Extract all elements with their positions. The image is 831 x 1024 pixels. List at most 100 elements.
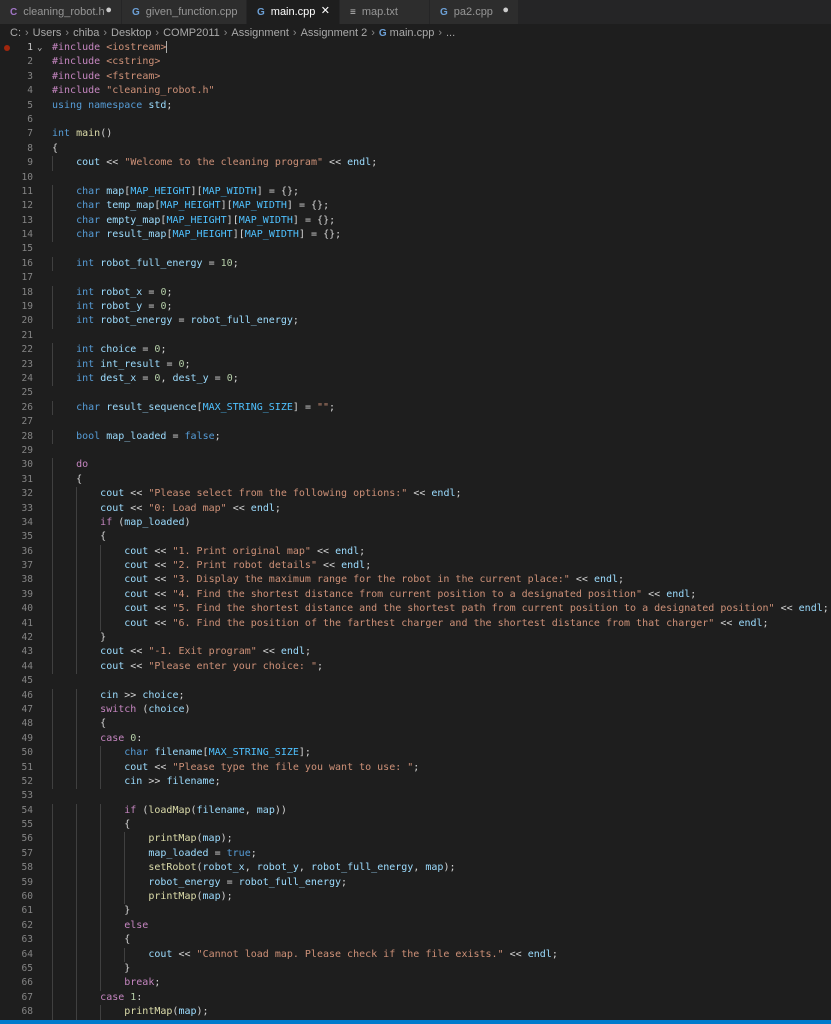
- code-line[interactable]: 12 char temp_map[MAP_HEIGHT][MAP_WIDTH] …: [0, 199, 831, 214]
- code-line[interactable]: 59 robot_energy = robot_full_energy;: [0, 875, 831, 891]
- code-line[interactable]: 51 cout << "Please type the file you wan…: [0, 760, 831, 775]
- code-line[interactable]: 53: [0, 789, 831, 803]
- code-line[interactable]: 42 }: [0, 631, 831, 646]
- code-line[interactable]: 5 using namespace std;: [0, 99, 831, 113]
- code-line[interactable]: 56 printMap(map);: [0, 832, 831, 847]
- code-line[interactable]: 60 printMap(map);: [0, 890, 831, 905]
- code-line[interactable]: 11 char map[MAP_HEIGHT][MAP_WIDTH] = {};: [0, 184, 831, 200]
- code-line[interactable]: 25: [0, 386, 831, 400]
- code-text: int int_result = 0;: [76, 358, 191, 370]
- code-line[interactable]: 18 int robot_x = 0;: [0, 285, 831, 301]
- close-icon[interactable]: ✕: [321, 4, 330, 17]
- tab-cleaning-robot-h[interactable]: Ccleaning_robot.h ●: [0, 0, 122, 24]
- code-line[interactable]: 2 #include <cstring>: [0, 55, 831, 69]
- code-line[interactable]: 16 int robot_full_energy = 10;: [0, 256, 831, 272]
- code-line[interactable]: 57 map_loaded = true;: [0, 846, 831, 862]
- line-number: 6: [27, 113, 33, 125]
- code-line[interactable]: 37 cout << "2. Print robot details" << e…: [0, 559, 831, 574]
- code-line[interactable]: 58 setRobot(robot_x, robot_y, robot_full…: [0, 861, 831, 876]
- code-line[interactable]: 29: [0, 444, 831, 458]
- cpp-file-icon: G: [378, 27, 387, 39]
- code-line[interactable]: 68 printMap(map);: [0, 1005, 831, 1020]
- code-line[interactable]: 9 cout << "Welcome to the cleaning progr…: [0, 156, 831, 171]
- breadcrumb-item[interactable]: Assignment 2: [301, 27, 368, 39]
- code-line[interactable]: 45: [0, 674, 831, 688]
- code-line[interactable]: 39 cout << "4. Find the shortest distanc…: [0, 587, 831, 603]
- code-line[interactable]: 65 }: [0, 962, 831, 977]
- code-line[interactable]: 7 int main(): [0, 127, 831, 141]
- line-number: 54: [21, 804, 33, 816]
- code-line[interactable]: 1 ⌄ #include <iostream>: [0, 41, 831, 55]
- code-line[interactable]: 66 break;: [0, 976, 831, 991]
- code-text: using namespace std;: [52, 99, 173, 111]
- breadcrumb-item[interactable]: main.cpp: [390, 27, 435, 39]
- code-line[interactable]: 61 }: [0, 904, 831, 919]
- code-line[interactable]: 27: [0, 415, 831, 429]
- breadcrumb-item[interactable]: Desktop: [111, 27, 151, 39]
- code-text: cout << "6. Find the position of the far…: [124, 617, 769, 629]
- code-line[interactable]: 30 do: [0, 458, 831, 473]
- code-line[interactable]: 36 cout << "1. Print original map" << en…: [0, 544, 831, 560]
- fold-chevron-icon[interactable]: ⌄: [37, 41, 42, 55]
- code-line[interactable]: 26 char result_sequence[MAX_STRING_SIZE]…: [0, 400, 831, 416]
- tab-map-txt[interactable]: ≡ map.txt: [340, 0, 430, 24]
- code-text: cout << "Please enter your choice: ";: [100, 660, 323, 672]
- code-line[interactable]: 47 switch (choice): [0, 702, 831, 718]
- code-text: #include <cstring>: [52, 56, 161, 68]
- code-line[interactable]: 10: [0, 171, 831, 185]
- code-line[interactable]: 14 char result_map[MAP_HEIGHT][MAP_WIDTH…: [0, 228, 831, 243]
- tab-pa2-cpp[interactable]: Gpa2.cpp ●: [430, 0, 519, 24]
- code-line[interactable]: 40 cout << "5. Find the shortest distanc…: [0, 602, 831, 617]
- code-line[interactable]: 54 if (loadMap(filename, map)): [0, 803, 831, 819]
- code-line[interactable]: 22 int choice = 0;: [0, 343, 831, 358]
- code-line[interactable]: 15: [0, 242, 831, 256]
- code-line[interactable]: 41 cout << "6. Find the position of the …: [0, 616, 831, 632]
- code-line[interactable]: 67 case 1:: [0, 990, 831, 1006]
- code-line[interactable]: 34 if (map_loaded): [0, 515, 831, 531]
- code-line[interactable]: 52 cin >> filename;: [0, 774, 831, 790]
- code-line[interactable]: 33 cout << "0: Load map" << endl;: [0, 501, 831, 516]
- code-line[interactable]: 38 cout << "3. Display the maximum range…: [0, 573, 831, 588]
- code-line[interactable]: 50 char filename[MAX_STRING_SIZE];: [0, 746, 831, 761]
- code-line[interactable]: 23 int int_result = 0;: [0, 357, 831, 372]
- code-line[interactable]: 49 case 0:: [0, 731, 831, 747]
- breadcrumb-item[interactable]: Users: [33, 27, 62, 39]
- code-line[interactable]: 48 {: [0, 717, 831, 732]
- code-text: char map[MAP_HEIGHT][MAP_WIDTH] = {};: [76, 185, 299, 197]
- breadcrumb-item[interactable]: C:: [10, 27, 21, 39]
- code-text: if (loadMap(filename, map)): [124, 804, 287, 816]
- breadcrumb-item[interactable]: Assignment: [231, 27, 288, 39]
- code-text: switch (choice): [100, 703, 191, 715]
- line-number: 9: [27, 157, 33, 169]
- code-line[interactable]: 28 bool map_loaded = false;: [0, 429, 831, 444]
- code-line[interactable]: 21: [0, 329, 831, 343]
- code-line[interactable]: 4 #include "cleaning_robot.h": [0, 84, 831, 98]
- code-line[interactable]: 3 #include <fstream>: [0, 70, 831, 84]
- code-line[interactable]: 55 {: [0, 818, 831, 833]
- code-line[interactable]: 8{: [0, 142, 831, 156]
- tab-given-function-cpp[interactable]: Ggiven_function.cpp: [122, 0, 247, 24]
- code-line[interactable]: 24 int dest_x = 0, dest_y = 0;: [0, 371, 831, 387]
- code-line[interactable]: 19 int robot_y = 0;: [0, 300, 831, 315]
- code-line[interactable]: 63 {: [0, 933, 831, 948]
- code-line[interactable]: 20 int robot_energy = robot_full_energy;: [0, 314, 831, 329]
- code-line[interactable]: 64 cout << "Cannot load map. Please chec…: [0, 947, 831, 962]
- line-number: 67: [21, 991, 33, 1003]
- code-line[interactable]: 62 else: [0, 918, 831, 934]
- code-line[interactable]: 44 cout << "Please enter your choice: ";: [0, 659, 831, 675]
- tab-main-cpp[interactable]: Gmain.cpp ✕: [247, 0, 340, 24]
- code-line[interactable]: 13 char empty_map[MAP_HEIGHT][MAP_WIDTH]…: [0, 213, 831, 229]
- breadcrumb-item[interactable]: COMP2011: [163, 27, 220, 39]
- code-text: {: [52, 142, 59, 154]
- code-editor[interactable]: 1 ⌄ #include <iostream> 2 #include <cstring>…: [0, 41, 831, 1020]
- code-line[interactable]: 6: [0, 113, 831, 127]
- breadcrumb-item[interactable]: chiba: [73, 27, 99, 39]
- code-line[interactable]: 43 cout << "-1. Exit program" << endl;: [0, 645, 831, 660]
- breadcrumb-item[interactable]: ...: [446, 27, 455, 39]
- tab-label: main.cpp: [270, 6, 316, 18]
- code-line[interactable]: 32 cout << "Please select from the follo…: [0, 487, 831, 502]
- code-line[interactable]: 31 {: [0, 472, 831, 488]
- code-line[interactable]: 17: [0, 271, 831, 285]
- code-line[interactable]: 46 cin >> choice;: [0, 688, 831, 703]
- code-line[interactable]: 35 {: [0, 530, 831, 545]
